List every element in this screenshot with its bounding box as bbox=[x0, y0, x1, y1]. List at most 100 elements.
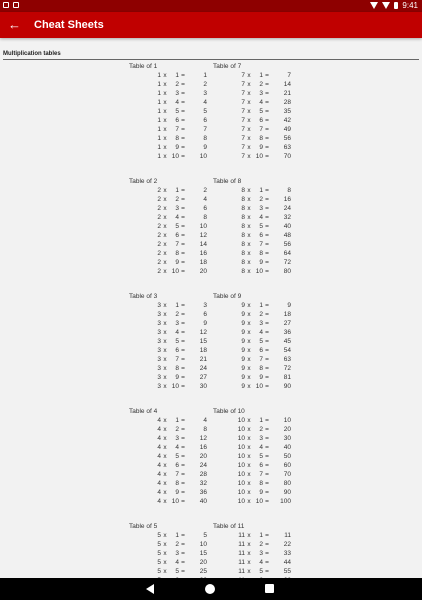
product: 9 bbox=[203, 320, 207, 327]
multiplier: 6 bbox=[175, 462, 179, 469]
times-sign: x bbox=[163, 498, 167, 505]
equals-sign: = bbox=[265, 568, 269, 575]
equals-sign: = bbox=[181, 365, 185, 372]
multiplicand: 2 bbox=[157, 241, 161, 248]
multiplier: 1 bbox=[259, 302, 263, 309]
multiplier: 10 bbox=[255, 268, 263, 275]
multiplier: 1 bbox=[175, 417, 179, 424]
multiplicand: 7 bbox=[241, 144, 245, 151]
multiplicand: 10 bbox=[237, 480, 245, 487]
times-sign: x bbox=[247, 471, 251, 478]
times-sign: x bbox=[247, 72, 251, 79]
section-heading: Multiplication tables bbox=[3, 51, 61, 57]
product: 27 bbox=[283, 320, 291, 327]
product: 8 bbox=[203, 214, 207, 221]
times-sign: x bbox=[163, 241, 167, 248]
tables-scroll-area[interactable]: Table of 1 1 x 1 = 1 1 x 2 = 2 1 x 3 = 3 1 x 4 = 4 1 x 5 = 5 1 x 6 = 6… bbox=[0, 60, 422, 578]
times-sign: x bbox=[247, 144, 251, 151]
times-sign: x bbox=[163, 81, 167, 88]
table-row: 7 x 9 = 63 bbox=[231, 143, 313, 152]
equals-sign: = bbox=[181, 374, 185, 381]
table-row: 3 x 10 = 30 bbox=[147, 382, 213, 391]
times-sign: x bbox=[247, 205, 251, 212]
multiplier: 2 bbox=[175, 541, 179, 548]
multiplicand: 4 bbox=[157, 417, 161, 424]
back-arrow-icon[interactable]: ← bbox=[8, 15, 21, 35]
times-sign: x bbox=[247, 426, 251, 433]
table-row: 2 x 8 = 16 bbox=[147, 249, 213, 258]
multiplier: 7 bbox=[259, 356, 263, 363]
table-row: 3 x 2 = 6 bbox=[147, 310, 213, 319]
multiplier: 4 bbox=[259, 559, 263, 566]
product: 22 bbox=[283, 541, 291, 548]
times-sign: x bbox=[163, 135, 167, 142]
times-sign: x bbox=[163, 117, 167, 124]
multiplier: 9 bbox=[175, 374, 179, 381]
multiplier: 8 bbox=[175, 480, 179, 487]
multiplicand: 11 bbox=[238, 541, 245, 548]
multiplicand: 7 bbox=[241, 108, 245, 115]
product: 8 bbox=[287, 187, 291, 194]
equals-sign: = bbox=[181, 99, 185, 106]
equals-sign: = bbox=[265, 311, 269, 318]
equals-sign: = bbox=[181, 489, 185, 496]
multiplier: 2 bbox=[259, 196, 263, 203]
table-row: 10 x 7 = 70 bbox=[231, 470, 313, 479]
page-title: Cheat Sheets bbox=[34, 19, 104, 31]
status-time: 9:41 bbox=[402, 1, 418, 10]
equals-sign: = bbox=[265, 498, 269, 505]
table-row: 3 x 8 = 24 bbox=[147, 364, 213, 373]
product: 15 bbox=[199, 550, 207, 557]
times-sign: x bbox=[247, 532, 251, 539]
equals-sign: = bbox=[181, 559, 185, 566]
multiplication-table: Table of 4 4 x 1 = 4 4 x 2 = 8 4 x 3 = 12 4 x 4 = 16 4 x 5 = 20 4 x… bbox=[129, 407, 213, 506]
product: 28 bbox=[199, 471, 207, 478]
multiplicand: 9 bbox=[241, 311, 245, 318]
multiplier: 7 bbox=[259, 471, 263, 478]
multiplicand: 8 bbox=[241, 250, 245, 257]
table-row: 7 x 8 = 56 bbox=[231, 134, 313, 143]
multiplicand: 8 bbox=[241, 205, 245, 212]
multiplier: 4 bbox=[175, 99, 179, 106]
multiplicand: 2 bbox=[157, 187, 161, 194]
nav-recents-icon[interactable] bbox=[265, 584, 274, 593]
multiplier: 9 bbox=[175, 489, 179, 496]
multiplier: 3 bbox=[175, 205, 179, 212]
equals-sign: = bbox=[265, 259, 269, 266]
multiplicand: 3 bbox=[157, 329, 161, 336]
multiplicand: 8 bbox=[241, 223, 245, 230]
times-sign: x bbox=[247, 223, 251, 230]
table-row: 2 x 4 = 8 bbox=[147, 213, 213, 222]
times-sign: x bbox=[247, 541, 251, 548]
multiplicand: 4 bbox=[157, 444, 161, 451]
equals-sign: = bbox=[181, 532, 185, 539]
equals-sign: = bbox=[265, 144, 269, 151]
table-row: 1 x 10 = 10 bbox=[147, 152, 213, 161]
nav-home-icon[interactable] bbox=[205, 584, 215, 594]
times-sign: x bbox=[163, 338, 167, 345]
table-row: 9 x 8 = 72 bbox=[231, 364, 313, 373]
table-row: 8 x 8 = 64 bbox=[231, 249, 313, 258]
equals-sign: = bbox=[265, 223, 269, 230]
times-sign: x bbox=[163, 453, 167, 460]
nav-back-icon[interactable] bbox=[146, 584, 154, 594]
table-row: 8 x 5 = 40 bbox=[231, 222, 313, 231]
times-sign: x bbox=[247, 435, 251, 442]
multiplier: 10 bbox=[255, 498, 263, 505]
times-sign: x bbox=[247, 374, 251, 381]
multiplier: 8 bbox=[175, 365, 179, 372]
multiplicand: 10 bbox=[237, 498, 245, 505]
multiplier: 1 bbox=[259, 532, 263, 539]
table-row: 7 x 5 = 35 bbox=[231, 107, 313, 116]
multiplicand: 4 bbox=[157, 498, 161, 505]
product: 24 bbox=[199, 462, 207, 469]
multiplicand: 2 bbox=[157, 250, 161, 257]
multiplicand: 3 bbox=[157, 347, 161, 354]
equals-sign: = bbox=[181, 72, 185, 79]
app-bar: ← Cheat Sheets bbox=[0, 12, 422, 38]
multiplicand: 4 bbox=[157, 489, 161, 496]
table-title: Table of 9 bbox=[213, 293, 242, 300]
times-sign: x bbox=[247, 498, 251, 505]
multiplicand: 5 bbox=[157, 568, 161, 575]
multiplier: 5 bbox=[175, 108, 179, 115]
